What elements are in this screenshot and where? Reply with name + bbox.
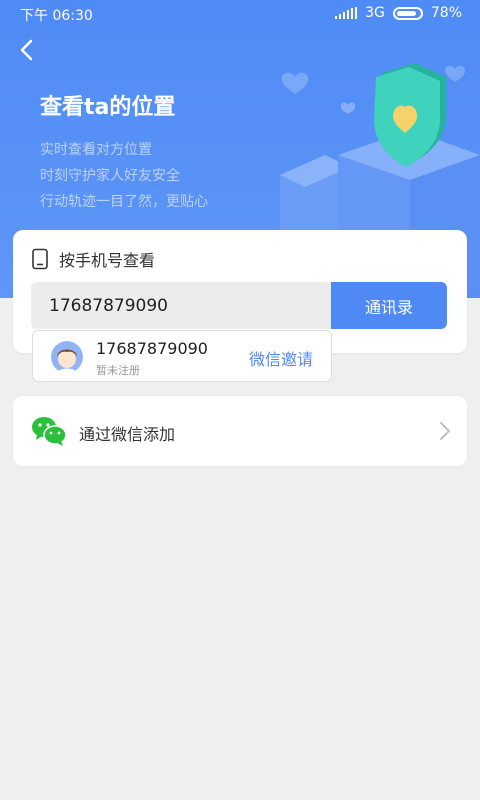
hero-line: 时刻守护家人好友安全 [40,168,180,184]
status-bar: 下午 06:30 3G 78% [0,0,480,28]
heart-icon [281,72,309,94]
phone-input-row: 通讯录 [31,282,447,329]
signal-icon [335,7,358,19]
status-time: 下午 06:30 [20,8,93,24]
hero-line: 行动轨迹一目了然，更贴心 [40,194,208,210]
phone-suggestion-dropdown[interactable]: 17687879090 暂未注册 微信邀请 [32,330,332,382]
chevron-right-icon [440,422,450,440]
phone-lookup-header: 按手机号查看 [31,247,155,271]
back-button[interactable] [12,34,44,66]
hero-line: 实时查看对方位置 [40,142,152,158]
contacts-button[interactable]: 通讯录 [331,282,447,329]
page-title: 查看ta的位置 [40,95,176,120]
suggestion-status: 暂未注册 [96,364,140,377]
hero-description: 实时查看对方位置 时刻守护家人好友安全 行动轨迹一目了然，更贴心 [40,137,208,215]
wechat-add-row[interactable]: 通过微信添加 [13,396,467,466]
wechat-icon [32,417,67,446]
phone-icon [32,248,48,270]
suggestion-number: 17687879090 [96,339,208,358]
battery-icon [392,6,423,20]
back-arrow-icon [20,39,33,61]
battery-level: 78% [430,5,462,21]
status-indicators: 3G 78% [335,5,462,21]
network-type: 3G [365,5,385,21]
wechat-invite-link[interactable]: 微信邀请 [249,346,313,370]
wechat-add-label: 通过微信添加 [79,425,176,444]
heart-icon [340,102,356,114]
phone-lookup-title: 按手机号查看 [59,251,156,270]
phone-number-input[interactable] [31,282,331,329]
heart-icon [444,65,466,82]
avatar [51,341,83,373]
